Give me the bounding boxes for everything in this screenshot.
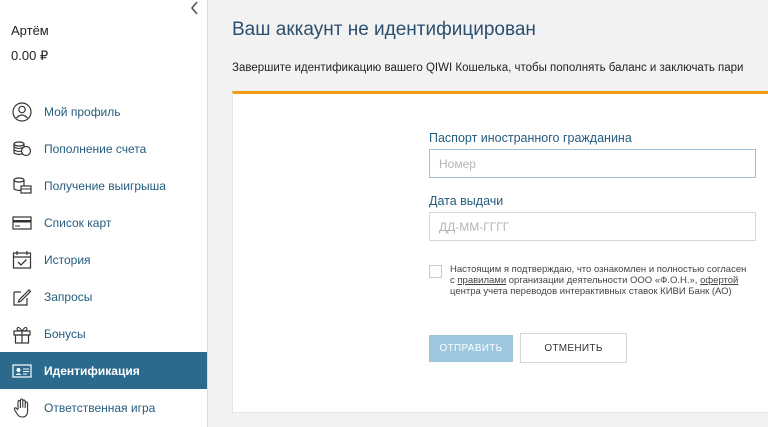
sidebar-item-cards[interactable]: Список карт — [0, 204, 207, 241]
passport-label: Паспорт иностранного гражданина — [429, 131, 632, 145]
sidebar-item-label: Получение выигрыша — [44, 178, 166, 193]
page-subtitle: Завершите идентификацию вашего QIWI Коше… — [232, 62, 744, 74]
issue-date-input[interactable] — [429, 212, 756, 241]
collapse-sidebar-button[interactable] — [186, 0, 204, 16]
consent-checkbox[interactable] — [429, 265, 442, 278]
cash-stack-icon — [11, 175, 33, 197]
page-title: Ваш аккаунт не идентифицирован — [232, 19, 536, 40]
cancel-button[interactable]: ОТМЕНИТЬ — [520, 333, 627, 363]
sidebar: Артём 0.00 ₽ Мой профиль Пополнение счет… — [0, 0, 208, 427]
submit-button[interactable]: ОТПРАВИТЬ — [429, 335, 513, 362]
sidebar-item-label: Запросы — [44, 289, 93, 304]
sidebar-item-label: Идентификация — [44, 363, 140, 378]
calendar-check-icon — [11, 249, 33, 271]
sidebar-item-label: Список карт — [44, 215, 112, 230]
gift-icon — [11, 323, 33, 345]
sidebar-item-deposit[interactable]: Пополнение счета — [0, 130, 207, 167]
user-icon — [11, 101, 33, 123]
consent-text: Настоящим я подтверждаю, что ознакомлен … — [450, 264, 747, 297]
id-card-icon — [11, 360, 33, 382]
chevron-left-icon — [190, 1, 198, 15]
sidebar-item-label: Пополнение счета — [44, 141, 147, 156]
user-name: Артём — [11, 23, 49, 38]
sidebar-item-identification[interactable]: Идентификация — [0, 352, 207, 389]
coins-icon — [11, 138, 33, 160]
edit-icon — [11, 286, 33, 308]
rules-link[interactable]: правилами — [457, 275, 506, 286]
issue-date-label: Дата выдачи — [429, 194, 504, 208]
sidebar-item-label: Ответственная игра — [44, 400, 156, 415]
user-balance: 0.00 ₽ — [11, 48, 49, 63]
card-icon — [11, 212, 33, 234]
offer-link[interactable]: офертой — [700, 275, 738, 286]
sidebar-item-profile[interactable]: Мой профиль — [0, 93, 207, 130]
passport-number-input[interactable] — [429, 149, 756, 178]
sidebar-item-bonuses[interactable]: Бонусы — [0, 315, 207, 352]
sidebar-item-label: Бонусы — [44, 326, 86, 341]
sidebar-menu: Мой профиль Пополнение счета Получение в… — [0, 93, 207, 426]
sidebar-item-requests[interactable]: Запросы — [0, 278, 207, 315]
sidebar-item-label: История — [44, 252, 91, 267]
sidebar-item-label: Мой профиль — [44, 104, 121, 119]
sidebar-item-history[interactable]: История — [0, 241, 207, 278]
sidebar-item-withdraw[interactable]: Получение выигрыша — [0, 167, 207, 204]
hand-icon — [11, 397, 33, 419]
sidebar-item-responsible-gaming[interactable]: Ответственная игра — [0, 389, 207, 426]
